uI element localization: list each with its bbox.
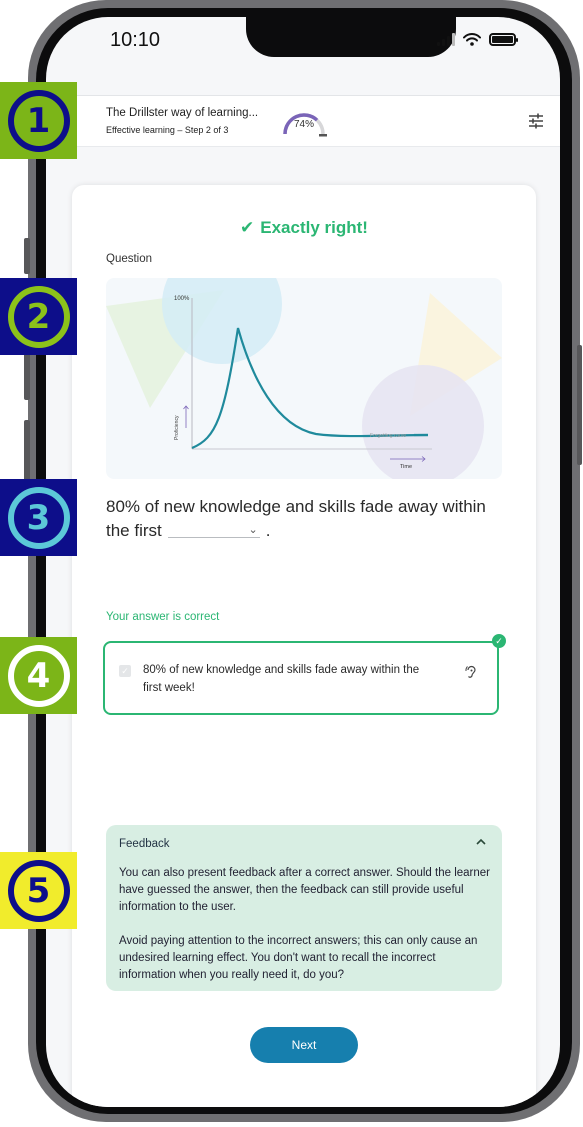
decor-circle-purple <box>362 365 484 479</box>
marker-number: 5 <box>26 870 51 911</box>
ear-icon-svg <box>465 665 476 678</box>
answer-dropdown[interactable]: ⌄ <box>167 520 260 538</box>
question-label: Question <box>106 253 153 265</box>
illustration-svg: 100% Proficiency Forgetting curve Time <box>106 278 502 479</box>
forgetting-curve-illustration: 100% Proficiency Forgetting curve Time <box>106 278 502 479</box>
marker-3: 3 <box>0 479 77 556</box>
marker-1: 1 <box>0 82 77 159</box>
question-card: ✔ Exactly right! Question 100% Proficienc… <box>72 185 536 1107</box>
checkmark-icon: ✔ <box>240 218 255 237</box>
question-end: . <box>265 521 271 540</box>
marker-ring: 5 <box>7 859 70 922</box>
notch <box>246 17 456 57</box>
marker-ring: 1 <box>7 89 70 152</box>
progress-label: 74% <box>294 119 315 130</box>
next-button[interactable]: Next <box>250 1027 358 1063</box>
question-text-part: 80% of new knowledge and skills fade awa… <box>106 497 486 540</box>
marker-4: 4 <box>0 637 77 714</box>
feedback-panel: Feedback You can also present feedback a… <box>106 825 502 991</box>
chevron-down-icon: ⌄ <box>248 524 258 536</box>
status-icons <box>437 33 518 46</box>
phone-side-button <box>577 345 582 465</box>
phone-side-button <box>24 238 30 274</box>
result-text: Exactly right! <box>260 218 368 237</box>
answer-text: 80% of new knowledge and skills fade awa… <box>143 664 420 694</box>
status-time: 10:10 <box>110 29 161 51</box>
marker-number: 3 <box>26 497 51 538</box>
ear-icon[interactable] <box>465 665 477 682</box>
result-banner: ✔ Exactly right! <box>72 218 536 238</box>
step-subtitle: Effective learning – Step 2 of 3 <box>106 125 229 135</box>
battery-icon <box>489 33 518 46</box>
question-text: 80% of new knowledge and skills fade awa… <box>106 495 496 543</box>
phone-screen: 10:10 The Drillster way of learning... E… <box>46 17 560 1107</box>
marker-number: 1 <box>26 100 51 141</box>
marker-ring: 3 <box>7 486 70 549</box>
answer-checkbox[interactable]: ✓ <box>119 665 131 677</box>
y-top-label: 100% <box>174 296 190 302</box>
marker-number: 4 <box>26 655 51 696</box>
legend-label: Forgetting curve <box>370 433 406 439</box>
cellular-signal-icon <box>437 33 455 46</box>
marker-number: 2 <box>26 296 51 337</box>
feedback-body: You can also present feedback after a co… <box>119 865 491 984</box>
answer-status: Your answer is correct <box>106 611 220 623</box>
feedback-title: Feedback <box>119 838 170 850</box>
marker-5: 5 <box>0 852 77 929</box>
sliders-icon[interactable] <box>528 113 544 129</box>
marker-ring: 2 <box>7 285 70 348</box>
wifi-icon <box>463 33 481 46</box>
feedback-paragraph: Avoid paying attention to the incorrect … <box>119 935 478 981</box>
check-circle-icon: ✓ <box>492 634 506 648</box>
marker-ring: 4 <box>7 644 70 707</box>
x-axis-label: Time <box>400 464 412 470</box>
gauge-end-cap <box>319 134 327 137</box>
course-title: The Drillster way of learning... <box>106 107 259 119</box>
feedback-paragraph: You can also present feedback after a co… <box>119 867 490 913</box>
app-header: The Drillster way of learning... Effecti… <box>46 95 560 147</box>
marker-2: 2 <box>0 278 77 355</box>
y-axis-label: Proficiency <box>174 415 180 440</box>
chevron-up-icon[interactable] <box>474 835 488 849</box>
answer-option[interactable]: ✓ ✓ 80% of new knowledge and skills fade… <box>103 634 506 715</box>
